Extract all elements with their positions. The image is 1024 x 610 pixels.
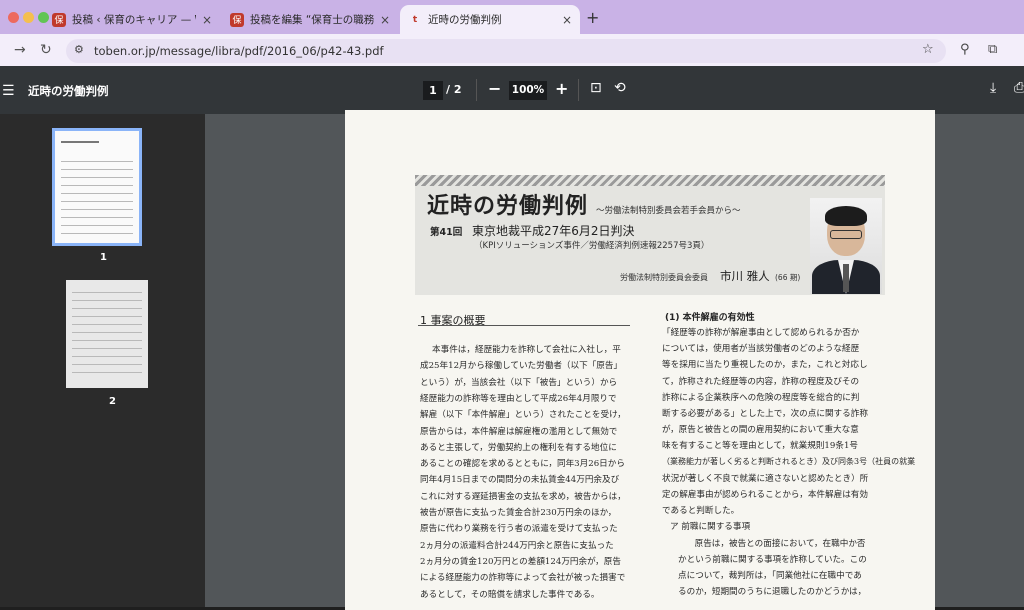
tab-title: 投稿 ‹ 保育のキャリア — WordPress	[72, 14, 196, 26]
body-text-line: 原告に代わり業務を行う者の派遣を受けて支払った	[420, 524, 618, 535]
body-text-line: 本事件は，経歴能力を詐称して会社に入社し，平	[432, 345, 621, 355]
page-separator: /	[446, 83, 451, 96]
body-text-line: かという前職に関する事項を詐称していた。この	[678, 554, 867, 565]
body-text-line: 2ヵ月分の派遣料合計244万円余と原告に支払った	[420, 540, 614, 551]
reload-icon[interactable]: ↻	[40, 42, 52, 58]
body-text-line: 味を有すること等を理由として，就業規則19条1号	[662, 441, 859, 452]
tab-wordpress-posts[interactable]: 保 投稿 ‹ 保育のキャリア — WordPress ×	[44, 5, 220, 34]
body-text-line: 経歴能力の詐称等を理由として平成26年4月限りで	[420, 393, 617, 404]
section-underline	[418, 325, 630, 326]
header-stripes	[415, 175, 885, 186]
body-text-line: については，使用者が当該労働者のどのような経歴	[662, 344, 860, 355]
author-role: 労働法制特別委員会委員	[620, 273, 708, 282]
page-thumbnail-1[interactable]	[52, 128, 142, 246]
close-tab-icon[interactable]: ×	[202, 13, 212, 27]
new-tab-button[interactable]: +	[586, 8, 599, 27]
body-text-line: これに対する遅延損害金の支払を求め，被告からは，	[420, 491, 626, 502]
download-icon[interactable]: ⤓	[990, 80, 996, 96]
body-text-line: あると主張して，労働契約上の権利を有する地位に	[420, 442, 617, 453]
tab-favicon-icon: t	[412, 14, 418, 25]
zoom-out-button[interactable]: −	[488, 79, 501, 98]
body-text-line: が，原告と被告との間の雇用契約において重大な意	[662, 425, 859, 436]
tab-edit-post[interactable]: 保 投稿を編集 “保育士の職務経歴書 ×	[222, 5, 398, 34]
menu-icon[interactable]: ☰	[2, 83, 15, 99]
body-text-line: という）が，当該会社（以下「被告」という）から	[420, 377, 618, 388]
print-icon[interactable]: ⎙	[1014, 80, 1024, 96]
tab-pdf-active[interactable]: t 近時の労働判例 ×	[400, 5, 580, 34]
tab-favicon-icon: 保	[230, 12, 244, 27]
divider	[578, 79, 579, 101]
zoom-level-input[interactable]: 100%	[509, 81, 547, 100]
body-text-line: 等を採用に当たり重視したのか，また，これと対応し	[662, 360, 868, 371]
tab-title: 近時の労働判例	[428, 14, 502, 26]
body-text-line: であると判断した。	[662, 506, 740, 517]
page-total: / 2	[446, 83, 462, 96]
body-text-line: ア 前職に関する事項	[670, 522, 751, 533]
thumbnail-label: 1	[100, 252, 107, 263]
body-text-line: 2ヵ月分の賃金120万円との差額124万円余が，原告	[420, 556, 621, 567]
body-text-line: 断する必要がある」とした上で，次の点に関する詐称	[662, 409, 868, 419]
puzzle-icon[interactable]: ⧉	[988, 42, 997, 57]
body-text-line: あることの確認を求めるとともに，同年3月26日から	[420, 459, 625, 470]
fit-page-icon[interactable]: ⊡	[590, 80, 602, 96]
divider	[476, 79, 477, 101]
author-photo	[810, 198, 882, 294]
body-text-line: （業務能力が著しく劣ると判断されるとき）及び同条3号（社員の就業	[662, 456, 916, 466]
tab-strip: 保 投稿 ‹ 保育のキャリア — WordPress × 保 投稿を編集 “保育…	[0, 0, 1024, 34]
body-text-line: 定の解雇事由が認められることから，本件解雇は有効	[662, 490, 868, 500]
back-icon[interactable]: →	[14, 42, 26, 58]
pdf-title: 近時の労働判例	[28, 84, 109, 98]
body-text-line: 成25年12月から稼働していた労働者（以下「原告」	[420, 361, 623, 372]
pdf-toolbar: ☰ 近時の労働判例 1 / 2 − 100% + ⊡ ⟲ ⤓ ⎙	[0, 66, 1024, 114]
body-text-line: 原告は，被告との面接において，在職中か否	[686, 538, 866, 549]
case-info: （KPIソリューションズ事件／労働経済判例速報2257号3頁）	[474, 241, 710, 251]
url-text[interactable]: toben.or.jp/message/libra/pdf/2016_06/p4…	[94, 44, 384, 58]
body-text-line: るのか，短期間のうちに退職したのかどうかは，	[678, 587, 867, 598]
body-text-line: 詐称による企業秩序への危険の程度等を総合的に判	[662, 392, 860, 403]
body-text-line: 原告からは，本件解雇は解雇権の濫用として無効で	[420, 426, 618, 437]
article-title: 近時の労働判例	[427, 193, 589, 219]
thumbnail-label: 2	[109, 396, 116, 407]
body-text-line: 点について，裁判所は，「同業他社に在職中であ	[678, 571, 862, 581]
page-thumbnail-2[interactable]	[66, 280, 148, 388]
body-text-line: 被告が原告に支払った賃金合計230万円余のほか，	[420, 508, 617, 518]
tab-title: 投稿を編集 “保育士の職務経歴書	[250, 14, 374, 26]
total-pages: 2	[453, 83, 462, 96]
body-text-line: による経歴能力の詐称等によって会社が被った損害で	[420, 573, 626, 584]
case-title: 東京地裁平成27年6月2日判決	[472, 224, 635, 238]
extensions-icon[interactable]: ⚲	[960, 42, 970, 57]
case-number: 第41回	[430, 227, 463, 238]
body-text-line: て，詐称された経歴等の内容，詐称の程度及びその	[662, 376, 860, 387]
body-text-line: 状況が著しく不良で就業に適さないと認めたとき）所	[662, 473, 869, 484]
rotate-icon[interactable]: ⟲	[614, 80, 626, 96]
browser-toolbar: → ↻ ⚙ toben.or.jp/message/libra/pdf/2016…	[0, 34, 1024, 66]
tab-favicon-icon: 保	[52, 12, 66, 27]
body-text-line: 解雇（以下「本件解雇」という）されたことを受け，	[420, 410, 626, 421]
article-subtitle: 〜労働法制特別委員会若手会員から〜	[596, 206, 741, 216]
body-text-line: あるとして，その賠償を請求した事件である。	[420, 589, 600, 600]
close-tab-icon[interactable]: ×	[562, 13, 572, 27]
body-text-line: 「経歴等の詐称が解雇事由として認められるか否か	[662, 328, 860, 338]
minimize-window-icon[interactable]	[23, 12, 34, 23]
subsection-heading: (1) 本件解雇の有効性	[665, 313, 755, 323]
close-window-icon[interactable]	[8, 12, 19, 23]
author-term: (66 期)	[775, 273, 801, 282]
zoom-in-button[interactable]: +	[555, 79, 568, 98]
site-info-icon[interactable]: ⚙	[74, 43, 84, 56]
body-text-line: 同年4月15日までの間問分の未払賃金44万円余及び	[420, 475, 620, 486]
author-name: 市川 雅人	[720, 269, 770, 283]
page-number-input[interactable]: 1	[423, 81, 443, 100]
close-tab-icon[interactable]: ×	[380, 13, 390, 27]
bookmark-star-icon[interactable]: ☆	[922, 42, 934, 57]
